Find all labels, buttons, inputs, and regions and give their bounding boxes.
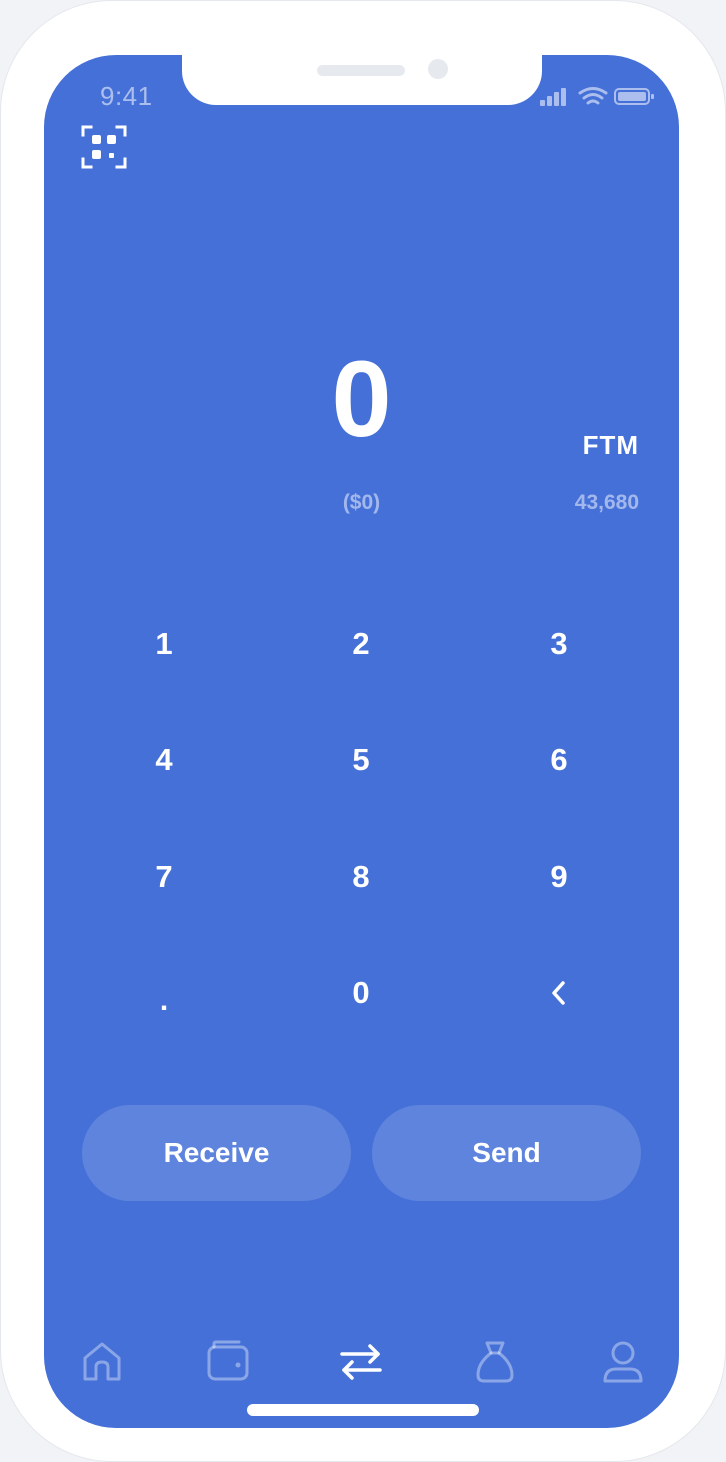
money-bag-icon[interactable] (472, 1339, 518, 1385)
keypad-key-4[interactable]: 4 (104, 725, 224, 795)
keypad-key-2[interactable]: 2 (301, 609, 421, 679)
qr-scan-icon[interactable] (81, 125, 127, 169)
keypad-key-7[interactable]: 7 (104, 842, 224, 912)
battery-icon (614, 88, 654, 105)
chevron-left-icon (552, 981, 565, 1005)
send-button[interactable]: Send (372, 1105, 641, 1201)
phone-frame: 9:41 0 FTM ($0) 43,680 1 2 3 4 5 6 7 8 9… (0, 0, 726, 1462)
receive-button[interactable]: Receive (82, 1105, 351, 1201)
keypad-key-9[interactable]: 9 (499, 842, 619, 912)
status-icons (540, 87, 654, 106)
front-camera (428, 59, 448, 79)
keypad-key-8[interactable]: 8 (301, 842, 421, 912)
speaker-grille (317, 65, 405, 76)
status-time: 9:41 (100, 81, 153, 111)
balance-value: 43,680 (574, 491, 639, 514)
wifi-icon (578, 87, 608, 105)
keypad-key-3[interactable]: 3 (499, 609, 619, 679)
user-icon[interactable] (600, 1339, 646, 1385)
keypad-key-0[interactable]: 0 (301, 958, 421, 1028)
transfer-icon[interactable] (338, 1339, 384, 1385)
currency-label: FTM (582, 430, 639, 460)
keypad-key-decimal[interactable]: . (104, 958, 224, 1036)
keypad-key-5[interactable]: 5 (301, 725, 421, 795)
device-notch (182, 55, 542, 105)
keypad-key-6[interactable]: 6 (499, 725, 619, 795)
keypad-key-1[interactable]: 1 (104, 609, 224, 679)
signal-icon (540, 88, 566, 106)
keypad-backspace-key[interactable] (499, 958, 619, 1028)
app-screen: 9:41 0 FTM ($0) 43,680 1 2 3 4 5 6 7 8 9… (44, 55, 679, 1428)
home-indicator[interactable] (247, 1404, 479, 1416)
home-icon[interactable] (79, 1339, 125, 1385)
wallet-icon[interactable] (205, 1339, 251, 1385)
